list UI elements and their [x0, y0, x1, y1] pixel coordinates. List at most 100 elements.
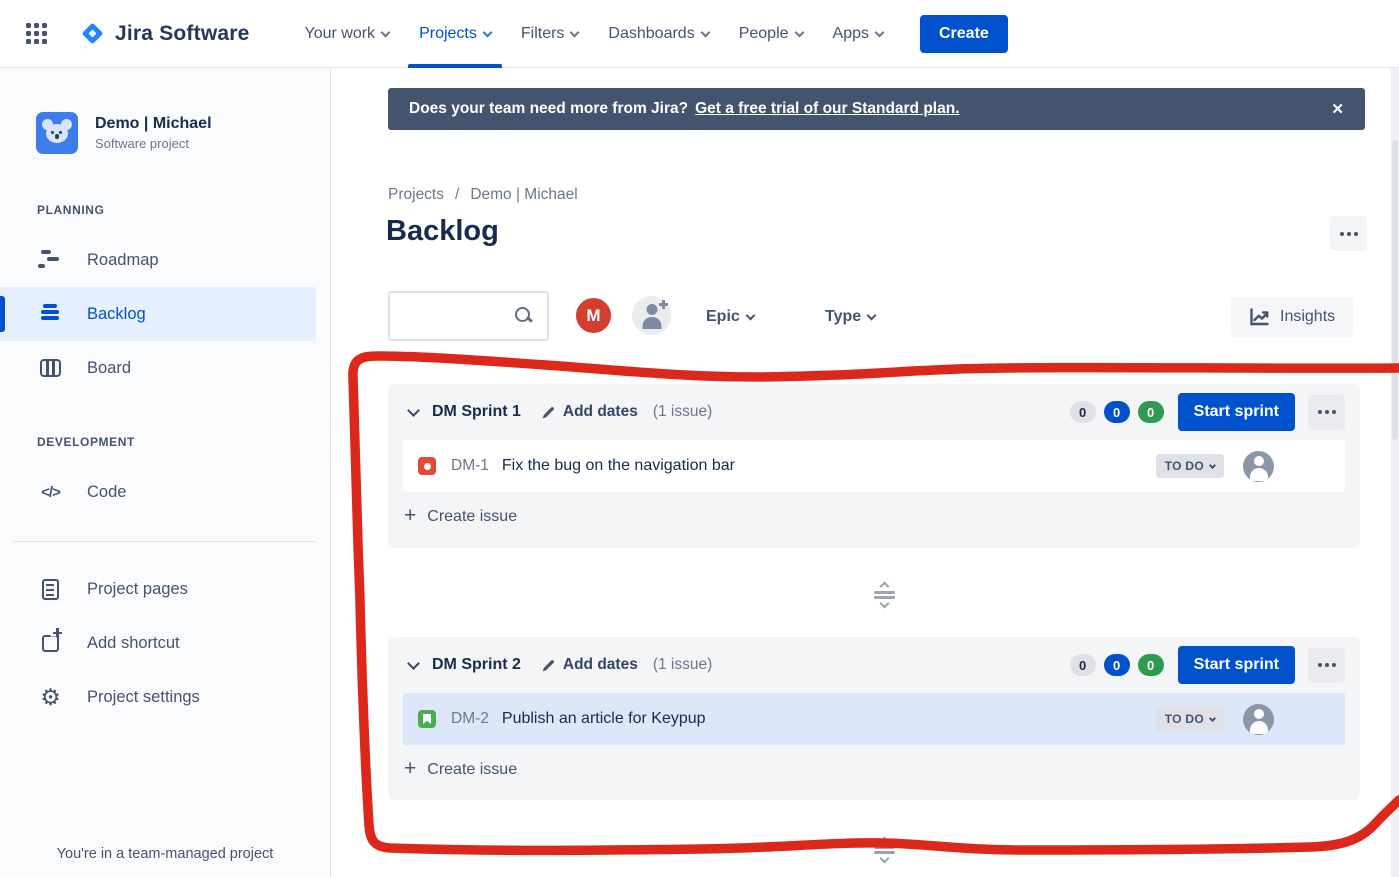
create-issue-button[interactable]: + Create issue	[388, 745, 1360, 795]
gear-icon: ⚙	[37, 686, 64, 709]
issue-key: DM-1	[451, 457, 489, 475]
insights-button[interactable]: Insights	[1231, 297, 1353, 337]
nav-dashboards[interactable]: Dashboards	[593, 0, 723, 68]
primary-nav: Your work Projects Filters Dashboards Pe…	[290, 0, 899, 68]
sprint-section-1: DM Sprint 1 Add dates (1 issue) 0 0 0 St…	[388, 384, 1360, 548]
breadcrumb: Projects / Demo | Michael	[388, 186, 578, 204]
breadcrumb-project-name[interactable]: Demo | Michael	[470, 186, 577, 204]
collapse-chevron-icon[interactable]	[407, 404, 420, 417]
sidebar-item-roadmap[interactable]: Roadmap	[0, 233, 316, 287]
issue-key: DM-2	[451, 710, 489, 728]
scrollbar-thumb[interactable]	[1392, 140, 1398, 440]
team-managed-footer: You're in a team-managed project	[0, 846, 330, 862]
issue-summary[interactable]: Fix the bug on the navigation bar	[502, 457, 735, 475]
more-icon	[1340, 232, 1344, 236]
chevron-down-icon	[482, 27, 492, 37]
issue-row[interactable]: DM-2 Publish an article for Keypup TO DO	[403, 693, 1345, 745]
sprint-name: DM Sprint 1	[432, 403, 521, 421]
breadcrumb-projects[interactable]: Projects	[388, 186, 444, 204]
scrollbar[interactable]	[1391, 68, 1399, 877]
add-dates-button[interactable]: Add dates	[541, 656, 638, 674]
chevron-down-icon	[381, 27, 391, 37]
sidebar-item-code[interactable]: </> Code	[0, 465, 316, 519]
chevron-down-icon	[1209, 714, 1216, 721]
bug-type-icon	[418, 457, 436, 475]
sprint-header: DM Sprint 2 Add dates (1 issue) 0 0 0 St…	[388, 637, 1360, 693]
start-sprint-button[interactable]: Start sprint	[1178, 646, 1295, 684]
top-navigation: Jira Software Your work Projects Filters…	[0, 0, 1399, 68]
create-button[interactable]: Create	[920, 15, 1008, 53]
add-people-button[interactable]	[632, 296, 671, 335]
nav-projects[interactable]: Projects	[404, 0, 506, 68]
document-icon	[37, 579, 64, 600]
plus-icon: +	[404, 757, 416, 781]
nav-people[interactable]: People	[724, 0, 818, 68]
chevron-down-icon	[867, 311, 877, 321]
sidebar-item-board[interactable]: Board	[0, 341, 316, 395]
status-dropdown[interactable]: TO DO	[1156, 454, 1224, 478]
backlog-icon	[37, 304, 64, 324]
create-issue-button[interactable]: + Create issue	[388, 492, 1360, 542]
jira-logo[interactable]: Jira Software	[79, 20, 250, 47]
breadcrumb-separator: /	[455, 186, 459, 204]
project-name: Demo | Michael	[95, 115, 212, 133]
collapse-chevron-icon[interactable]	[407, 657, 420, 670]
sidebar-item-project-settings[interactable]: ⚙ Project settings	[0, 670, 316, 724]
todo-count-badge: 0	[1070, 654, 1096, 676]
done-count-badge: 0	[1138, 401, 1164, 423]
issue-row[interactable]: DM-1 Fix the bug on the navigation bar T…	[403, 440, 1345, 492]
project-header[interactable]: Demo | Michael Software project	[0, 68, 330, 154]
epic-filter-dropdown[interactable]: Epic	[706, 301, 754, 333]
banner-trial-link[interactable]: Get a free trial of our Standard plan.	[695, 100, 959, 118]
sidebar-item-backlog[interactable]: Backlog	[0, 287, 316, 341]
status-dropdown[interactable]: TO DO	[1156, 707, 1224, 731]
start-sprint-button[interactable]: Start sprint	[1178, 393, 1295, 431]
todo-count-badge: 0	[1070, 401, 1096, 423]
banner-text: Does your team need more from Jira?	[409, 100, 688, 118]
done-count-badge: 0	[1138, 654, 1164, 676]
search-input[interactable]	[390, 293, 515, 339]
sprint-more-button[interactable]	[1308, 648, 1345, 683]
board-icon	[37, 359, 64, 377]
backlog-search	[388, 291, 549, 341]
page-more-button[interactable]	[1330, 216, 1367, 251]
page-title: Backlog	[386, 215, 499, 248]
user-avatar-filter[interactable]: M	[574, 296, 613, 335]
sprint-name: DM Sprint 2	[432, 656, 521, 674]
section-development-title: DEVELOPMENT	[0, 435, 330, 449]
assignee-avatar-unassigned[interactable]	[1243, 451, 1274, 482]
add-person-icon	[632, 296, 671, 335]
search-icon	[515, 307, 533, 325]
sprint-header: DM Sprint 1 Add dates (1 issue) 0 0 0 St…	[388, 384, 1360, 440]
pencil-icon	[541, 405, 556, 420]
more-icon	[1318, 663, 1322, 667]
story-type-icon	[418, 710, 436, 728]
chevron-down-icon	[875, 27, 885, 37]
brand-group: Jira Software	[26, 20, 250, 47]
code-icon: </>	[37, 484, 64, 501]
inprogress-count-badge: 0	[1104, 654, 1130, 676]
trial-banner: Does your team need more from Jira? Get …	[388, 88, 1365, 130]
pencil-icon	[541, 658, 556, 673]
issue-count: (1 issue)	[653, 403, 712, 421]
assignee-avatar-unassigned[interactable]	[1243, 704, 1274, 735]
project-sidebar: Demo | Michael Software project PLANNING…	[0, 68, 331, 877]
sidebar-item-add-shortcut[interactable]: Add shortcut	[0, 616, 316, 670]
nav-your-work[interactable]: Your work	[290, 0, 405, 68]
plus-icon: +	[404, 504, 416, 528]
sidebar-divider	[13, 541, 316, 542]
app-switcher-icon[interactable]	[26, 23, 47, 44]
chevron-down-icon	[570, 27, 580, 37]
add-dates-button[interactable]: Add dates	[541, 403, 638, 421]
issue-summary[interactable]: Publish an article for Keypup	[502, 710, 706, 728]
type-filter-dropdown[interactable]: Type	[825, 301, 875, 333]
sprint-resize-handle[interactable]	[872, 577, 896, 613]
nav-filters[interactable]: Filters	[506, 0, 594, 68]
sprint-more-button[interactable]	[1308, 395, 1345, 430]
sidebar-item-project-pages[interactable]: Project pages	[0, 562, 316, 616]
section-planning-title: PLANNING	[0, 203, 330, 217]
chevron-down-icon	[700, 27, 710, 37]
close-icon[interactable]: ✕	[1331, 100, 1344, 118]
nav-apps[interactable]: Apps	[818, 0, 898, 68]
sprint-resize-handle[interactable]	[872, 832, 896, 868]
